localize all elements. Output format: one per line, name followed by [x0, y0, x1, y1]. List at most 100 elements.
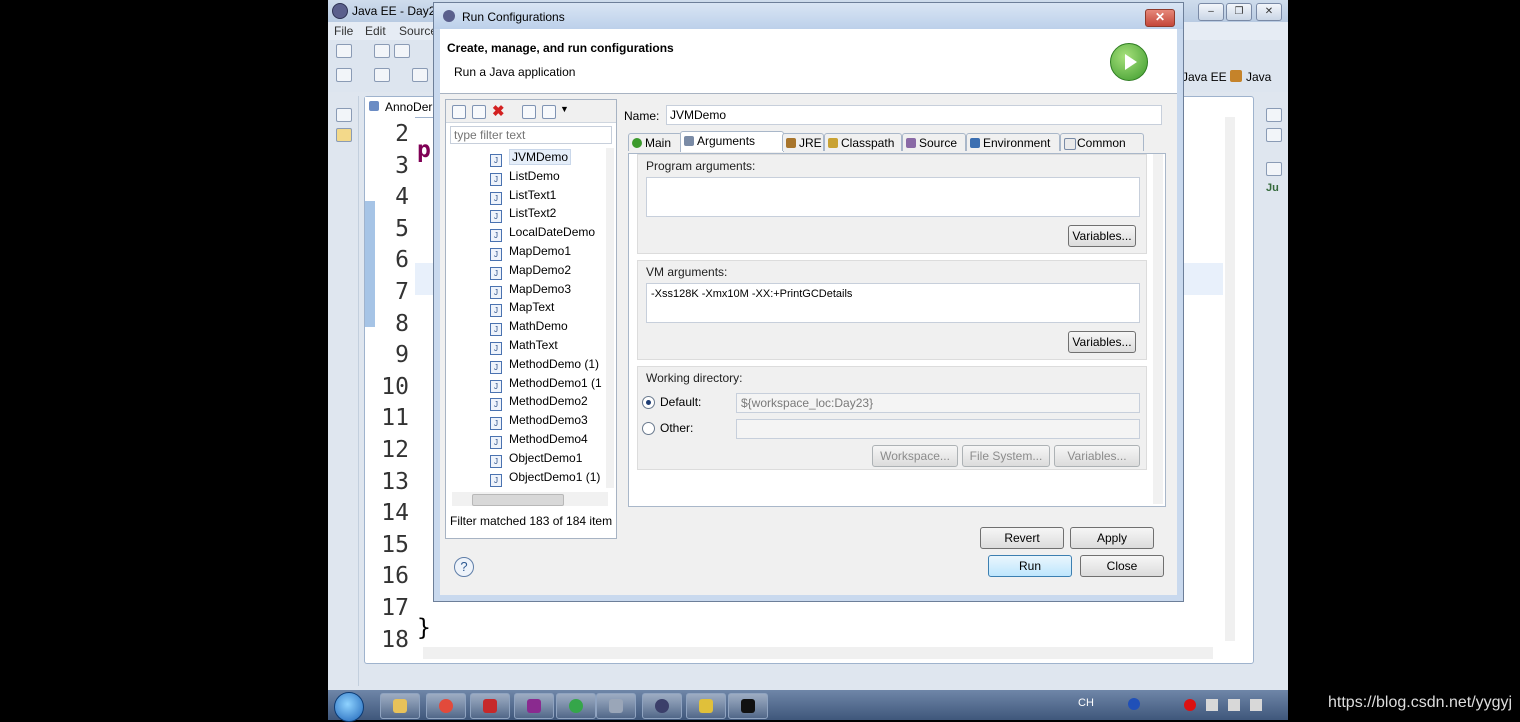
- close-button[interactable]: Close: [1080, 555, 1164, 577]
- editor-vertical-scrollbar[interactable]: [1225, 117, 1235, 641]
- restore-right-icon[interactable]: [1266, 108, 1282, 122]
- config-tree-item[interactable]: J MapDemo2: [490, 263, 571, 280]
- delete-config-icon[interactable]: ✖: [492, 102, 505, 120]
- revert-button[interactable]: Revert: [980, 527, 1064, 549]
- tray-network-icon[interactable]: [1228, 699, 1240, 711]
- restore-icon[interactable]: [336, 108, 352, 122]
- junit-icon[interactable]: Ju: [1266, 182, 1279, 194]
- config-tree-item[interactable]: J ListDemo: [490, 169, 560, 186]
- close-window-button[interactable]: ✕: [1256, 3, 1282, 21]
- java-app-icon: J: [490, 154, 502, 167]
- tray-volume-icon[interactable]: [1250, 699, 1262, 711]
- config-tree-item[interactable]: J ListText1: [490, 188, 556, 205]
- filter-config-icon[interactable]: [542, 105, 556, 119]
- tab-main[interactable]: Main: [628, 133, 682, 151]
- tab-arguments[interactable]: Arguments: [680, 131, 784, 152]
- maximize-button[interactable]: ❐: [1226, 3, 1252, 21]
- new-config-icon[interactable]: [452, 105, 466, 119]
- filter-input[interactable]: [450, 126, 612, 144]
- back-icon[interactable]: [412, 68, 428, 82]
- config-tree-item[interactable]: J LocalDateDemo: [490, 225, 595, 243]
- menu-file[interactable]: File: [334, 24, 353, 38]
- config-tree-item-label: MethodDemo1 (1: [509, 375, 602, 390]
- program-arguments-field[interactable]: [646, 177, 1140, 217]
- tab-environment[interactable]: Environment: [966, 133, 1060, 151]
- default-radio[interactable]: [642, 396, 655, 409]
- view-menu-icon[interactable]: ▼: [560, 104, 569, 114]
- collapse-all-icon[interactable]: [522, 105, 536, 119]
- run-button[interactable]: Run: [988, 555, 1072, 577]
- config-tree-item[interactable]: J ObjectDemo1: [490, 451, 582, 468]
- taskbar-onenote[interactable]: [514, 693, 554, 719]
- menu-source[interactable]: Source: [399, 24, 437, 38]
- new-icon[interactable]: [336, 44, 352, 58]
- taskbar-chrome[interactable]: [426, 693, 466, 719]
- tab-jre[interactable]: JRE: [782, 133, 824, 151]
- tray-record-icon[interactable]: [1184, 699, 1196, 711]
- taskbar-recorder[interactable]: [470, 693, 510, 719]
- vm-variables-button[interactable]: Variables...: [1068, 331, 1136, 353]
- other-directory-field[interactable]: [736, 419, 1140, 439]
- config-tree-item[interactable]: J MethodDemo4: [490, 432, 588, 449]
- dialog-close-icon[interactable]: ✕: [1145, 9, 1175, 27]
- help-icon[interactable]: ?: [454, 557, 474, 577]
- config-tree-item-label: MethodDemo2: [509, 394, 588, 409]
- config-tree-item[interactable]: J MethodDemo2: [490, 394, 588, 412]
- tray-help-icon[interactable]: [1128, 698, 1140, 710]
- config-tree-item[interactable]: J MathDemo: [490, 319, 568, 337]
- save-all-icon[interactable]: [394, 44, 410, 58]
- debug-icon[interactable]: [336, 68, 352, 82]
- other-radio[interactable]: [642, 422, 655, 435]
- config-tree-item[interactable]: J MethodDemo (1): [490, 357, 599, 374]
- config-tree-item[interactable]: J MapDemo1: [490, 244, 571, 261]
- config-tree-item[interactable]: J ObjectDemo1 (1): [490, 470, 600, 487]
- outline-icon[interactable]: [1266, 128, 1282, 142]
- config-tree-item[interactable]: J MethodDemo3: [490, 413, 588, 431]
- tab-common[interactable]: Common: [1060, 133, 1144, 151]
- tab-source[interactable]: Source: [902, 133, 966, 151]
- save-icon[interactable]: [374, 44, 390, 58]
- tab-classpath[interactable]: Classpath: [824, 133, 902, 151]
- config-tree-item[interactable]: J ListText2: [490, 206, 556, 224]
- config-tree-item[interactable]: J MathText: [490, 338, 558, 355]
- config-tree-item[interactable]: J MapText: [490, 300, 554, 318]
- tree-vertical-scrollbar[interactable]: [606, 148, 614, 488]
- editor-horizontal-scrollbar[interactable]: [423, 647, 1213, 659]
- config-tree-item[interactable]: J MapDemo3: [490, 282, 571, 299]
- taskbar-help[interactable]: [686, 693, 726, 719]
- menu-edit[interactable]: Edit: [365, 24, 386, 38]
- tab-common-label: Common: [1077, 136, 1126, 150]
- taskbar-eclipse[interactable]: [642, 693, 682, 719]
- perspective-java[interactable]: Java: [1246, 70, 1271, 84]
- java-app-icon: J: [490, 248, 502, 261]
- package-explorer-icon[interactable]: [336, 128, 352, 142]
- taskbar-app-green[interactable]: [556, 693, 596, 719]
- tray-language[interactable]: CH: [1078, 697, 1094, 709]
- workspace-button[interactable]: Workspace...: [872, 445, 958, 467]
- scroll-thumb[interactable]: [472, 494, 564, 506]
- config-tree-item-label: MapDemo2: [509, 262, 572, 277]
- task-list-icon[interactable]: [1266, 162, 1282, 176]
- vm-arguments-field[interactable]: -Xss128K -Xmx10M -XX:+PrintGCDetails: [646, 283, 1140, 323]
- dialog-body: Create, manage, and run configurations R…: [440, 29, 1177, 595]
- run-history-icon[interactable]: [374, 68, 390, 82]
- taskbar-explorer[interactable]: [380, 693, 420, 719]
- perspective-javaee[interactable]: Java EE: [1182, 70, 1227, 84]
- arguments-vertical-scrollbar[interactable]: [1153, 154, 1163, 504]
- taskbar-cmd[interactable]: [728, 693, 768, 719]
- program-variables-button[interactable]: Variables...: [1068, 225, 1136, 247]
- taskbar-app-settings[interactable]: [596, 693, 636, 719]
- tray-flag-icon[interactable]: [1206, 699, 1218, 711]
- duplicate-config-icon[interactable]: [472, 105, 486, 119]
- line-number: 11: [381, 405, 409, 432]
- start-button-icon[interactable]: [334, 692, 364, 722]
- config-tree-item[interactable]: J JVMDemo: [490, 149, 572, 167]
- name-field[interactable]: [666, 105, 1162, 125]
- minimize-button[interactable]: –: [1198, 3, 1224, 21]
- configuration-tree: J JVMDemo J ListDemo J ListText1 J ListText2 J Lo…: [446, 148, 614, 488]
- file-system-button[interactable]: File System...: [962, 445, 1050, 467]
- tree-horizontal-scrollbar[interactable]: [452, 492, 608, 506]
- apply-button[interactable]: Apply: [1070, 527, 1154, 549]
- config-tree-item[interactable]: J MethodDemo1 (1: [490, 376, 602, 393]
- workdir-variables-button[interactable]: Variables...: [1054, 445, 1140, 467]
